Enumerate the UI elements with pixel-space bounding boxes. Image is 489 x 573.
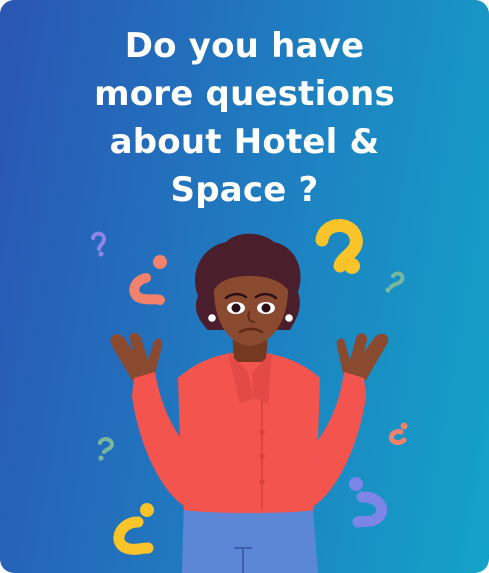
- question-mark-icon: [315, 219, 363, 274]
- question-mark-icon: [91, 231, 107, 257]
- question-mark-icon: [388, 422, 408, 446]
- promo-card[interactable]: Do you have more questions about Hotel &…: [0, 0, 489, 573]
- thinking-person-illustration: [91, 219, 408, 573]
- question-mark-icon: [349, 477, 388, 528]
- question-mark-icon: [98, 437, 115, 461]
- question-mark-icon: [385, 271, 405, 293]
- question-mark-icon: [129, 255, 167, 305]
- question-mark-icon: [113, 503, 154, 555]
